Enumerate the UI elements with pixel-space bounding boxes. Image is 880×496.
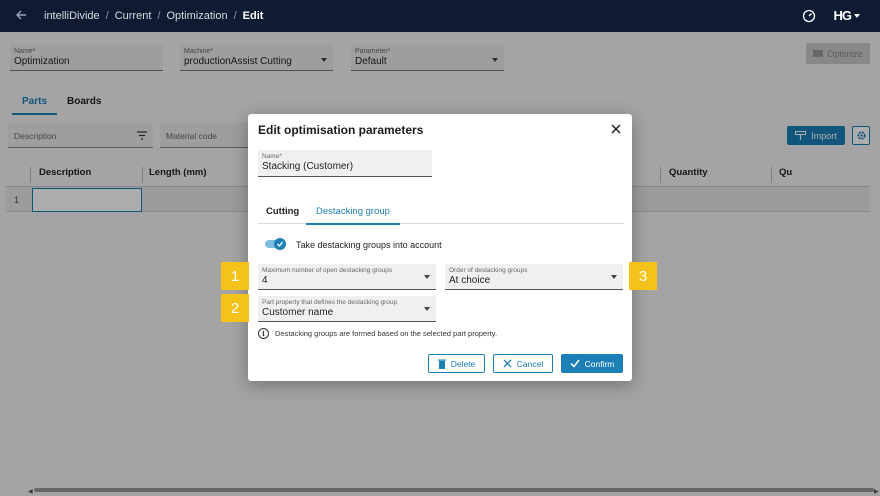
confirm-button[interactable]: Confirm — [561, 354, 623, 373]
parameter-name-field[interactable]: Name* Stacking (Customer) — [258, 150, 432, 177]
dialog-tabs: Cutting Destacking group — [258, 202, 624, 225]
dialog-title: Edit optimisation parameters — [258, 123, 424, 137]
breadcrumb-item-current[interactable]: Current — [115, 10, 152, 22]
caret-down-icon — [424, 307, 430, 311]
part-property-select[interactable]: Part property that defines the destackin… — [258, 296, 436, 322]
trash-icon — [437, 359, 446, 369]
callout-3: 3 — [629, 262, 657, 290]
caret-down-icon — [424, 275, 430, 279]
order-groups-select[interactable]: Order of destacking groups At choice — [445, 264, 623, 290]
close-icon — [503, 359, 512, 368]
breadcrumb: intelliDivide / Current / Optimization /… — [44, 10, 264, 22]
info-icon: i — [258, 328, 269, 339]
chevron-down-icon — [854, 13, 860, 18]
homag-logo: HG — [833, 8, 852, 23]
info-note: i Destacking groups are formed based on … — [258, 328, 497, 339]
breadcrumb-item-optimization[interactable]: Optimization — [166, 10, 227, 22]
callout-1: 1 — [221, 262, 249, 290]
back-arrow-icon[interactable] — [14, 8, 28, 22]
breadcrumb-item-edit: Edit — [242, 10, 264, 22]
check-icon — [274, 238, 286, 250]
account-menu[interactable]: HG — [833, 8, 860, 23]
caret-down-icon — [611, 275, 617, 279]
delete-button[interactable]: Delete — [428, 354, 485, 373]
destacking-toggle[interactable] — [265, 238, 286, 250]
tab-cutting[interactable]: Cutting — [266, 206, 299, 223]
top-bar: intelliDivide / Current / Optimization /… — [0, 0, 880, 32]
breadcrumb-item-intellidivide[interactable]: intelliDivide — [44, 10, 100, 22]
edit-parameters-dialog: Edit optimisation parameters Name* Stack… — [248, 114, 632, 381]
callout-2: 2 — [221, 294, 249, 322]
tab-destacking-group[interactable]: Destacking group — [306, 206, 400, 225]
max-open-groups-select[interactable]: Maximum number of open destacking groups… — [258, 264, 436, 290]
cancel-button[interactable]: Cancel — [493, 354, 553, 373]
check-icon — [570, 359, 580, 368]
dashboard-gauge-icon[interactable] — [802, 9, 816, 23]
toggle-label: Take destacking groups into account — [296, 240, 442, 250]
close-icon[interactable] — [610, 123, 622, 135]
